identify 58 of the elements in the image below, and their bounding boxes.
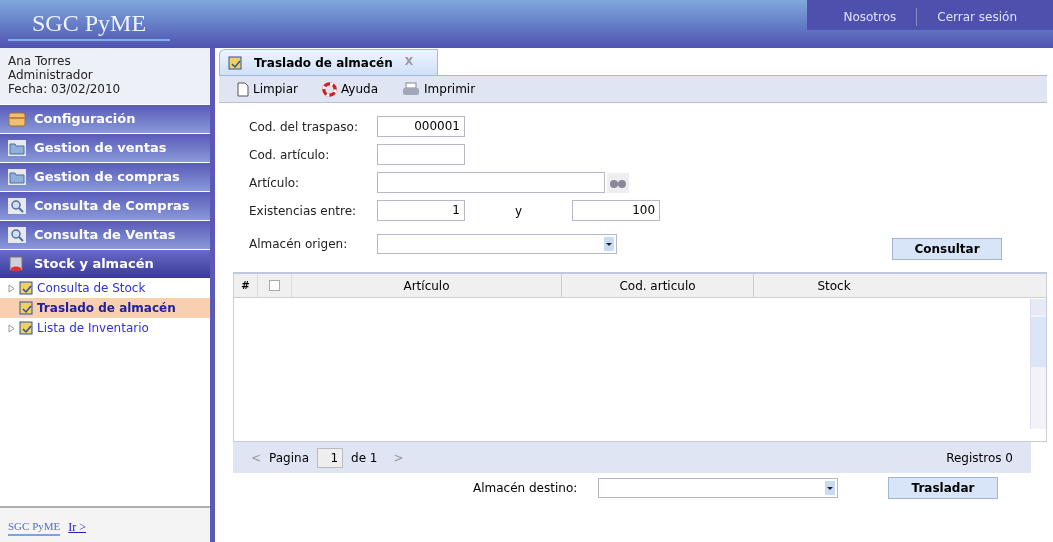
destination-dropdown[interactable] — [598, 478, 838, 498]
query-button[interactable]: Consultar — [892, 238, 1002, 260]
origin-dropdown[interactable] — [377, 234, 617, 254]
record-count: Registros 0 — [946, 449, 1013, 467]
menu-item[interactable]: Stock y almacén — [0, 250, 210, 278]
page-label: Pagina — [269, 449, 310, 467]
menu-item[interactable]: Configuración — [0, 105, 210, 133]
binoculars-icon[interactable] — [607, 172, 629, 193]
toolbar-button[interactable]: Imprimir — [402, 80, 476, 98]
lifebuoy-icon — [321, 81, 337, 97]
field-label: Almacén origen: — [249, 236, 349, 253]
transfer-button[interactable]: Trasladar — [888, 477, 998, 499]
box-icon — [8, 111, 26, 127]
tree-item[interactable]: Lista de Inventario — [0, 318, 210, 338]
transfer-code-field[interactable]: 000001 — [377, 116, 465, 137]
field-label: Existencias entre: — [249, 202, 358, 220]
stock-to-field[interactable]: 100 — [572, 200, 661, 221]
go-link[interactable]: Ir > — [68, 518, 87, 536]
range-separator: y — [515, 202, 523, 220]
field-label: Cod. artículo: — [249, 146, 331, 164]
tree-item[interactable]: Consulta de Stock — [0, 278, 210, 298]
menu-item[interactable]: Consulta de Compras — [0, 192, 210, 220]
page-number-field[interactable]: 1 — [317, 447, 344, 468]
header-link[interactable]: Nosotros — [823, 8, 917, 26]
menu-item[interactable]: Gestion de compras — [0, 163, 210, 191]
app-logo: SGC PyME — [8, 7, 171, 41]
column-header: Cod. articulo — [562, 274, 754, 297]
page-icon — [237, 81, 249, 97]
field-label: Cod. del traspaso: — [249, 118, 359, 136]
scrollbar[interactable] — [1030, 299, 1046, 429]
header-link[interactable]: Cerrar sesión — [916, 8, 1037, 26]
column-header: Artículo — [292, 274, 562, 297]
magnifier-icon — [8, 227, 26, 243]
magnifier-icon — [8, 198, 26, 214]
tree-item[interactable]: Traslado de almacén — [0, 298, 210, 318]
column-header: Stock — [816, 277, 852, 295]
toolbar-button[interactable]: Ayuda — [321, 80, 379, 98]
field-label: Artículo: — [249, 174, 301, 192]
select-all-checkbox[interactable] — [269, 280, 280, 291]
item-field[interactable] — [377, 172, 605, 193]
menu-item[interactable]: Consulta de Ventas — [0, 221, 210, 249]
field-label: Almacén destino: — [473, 480, 579, 497]
printer-icon — [402, 81, 421, 97]
folder-icon — [8, 140, 26, 156]
folder-icon — [8, 169, 26, 185]
page-count: de 1 — [351, 449, 378, 467]
stock-from-field[interactable]: 1 — [377, 200, 465, 221]
expand-triangle-icon[interactable] — [8, 283, 15, 293]
menu-item[interactable]: Gestion de ventas — [0, 134, 210, 162]
footer-logo: SGC PyME — [8, 517, 61, 536]
tab[interactable]: Traslado de almacén X — [219, 49, 439, 75]
user-role: Administrador — [8, 68, 94, 82]
expand-triangle-icon[interactable] — [8, 323, 15, 333]
column-header: # — [234, 274, 258, 297]
toolbar-button[interactable]: Limpiar — [237, 80, 298, 98]
session-date: Fecha: 03/02/2010 — [8, 82, 122, 96]
user-name: Ana Torres — [8, 54, 72, 68]
item-code-field[interactable] — [377, 144, 465, 165]
